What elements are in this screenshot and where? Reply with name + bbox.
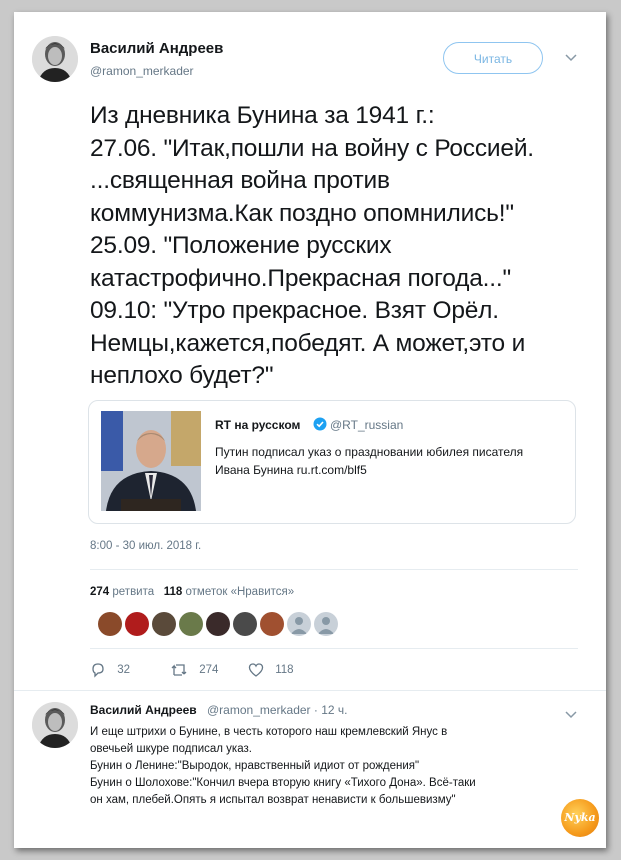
divider xyxy=(90,569,578,570)
reply-text: И еще штрихи о Бунине, в честь которого … xyxy=(90,724,570,809)
watermark-logo: Nyka xyxy=(561,799,599,837)
divider xyxy=(14,690,606,691)
chevron-down-icon[interactable] xyxy=(565,707,577,722)
reply-count: 32 xyxy=(117,664,130,677)
retweet-icon xyxy=(171,664,187,676)
quoted-author-handle: @RT_russian xyxy=(330,418,404,432)
liker-avatar[interactable] xyxy=(233,612,257,636)
likes-count[interactable]: 118 xyxy=(164,586,183,598)
reply-author-avatar[interactable] xyxy=(32,702,78,748)
liker-avatar[interactable] xyxy=(287,612,311,636)
follow-button[interactable]: Читать xyxy=(443,42,543,74)
liker-avatar[interactable] xyxy=(206,612,230,636)
liker-avatar[interactable] xyxy=(260,612,284,636)
heart-icon xyxy=(248,663,264,677)
liker-avatar[interactable] xyxy=(98,612,122,636)
author-name[interactable]: Василий Андреев xyxy=(90,40,223,57)
quoted-tweet-image xyxy=(101,411,201,511)
reply-action[interactable]: 32 xyxy=(90,662,130,678)
reply-line: Бунин о Ленине:"Выродок, нравственный ид… xyxy=(90,760,420,772)
reply-line: он хам, плебей.Опять я испытал возврат н… xyxy=(90,794,456,806)
tweet-timestamp[interactable]: 8:00 - 30 июл. 2018 г. xyxy=(90,540,201,552)
quoted-author-name: RT на русском xyxy=(215,418,301,432)
verified-badge-icon xyxy=(313,417,327,436)
reply-line: И еще штрихи о Бунине, в честь которого … xyxy=(90,726,448,738)
like-action[interactable]: 118 xyxy=(248,662,294,678)
liker-avatar[interactable] xyxy=(179,612,203,636)
author-avatar[interactable] xyxy=(32,36,78,82)
liker-avatar[interactable] xyxy=(152,612,176,636)
divider xyxy=(90,648,578,649)
retweet-action[interactable]: 274 xyxy=(170,662,218,678)
liker-avatar[interactable] xyxy=(314,612,338,636)
likes-label[interactable]: отметок «Нравится» xyxy=(186,586,295,598)
chevron-down-icon[interactable] xyxy=(565,50,577,65)
tweet-card: Василий Андреев @ramon_merkader Читать И… xyxy=(14,12,606,848)
tweet-stats: 274 ретвита 118 отметок «Нравится» xyxy=(90,586,294,598)
reply-line: овечьей шкуре подписал указ. xyxy=(90,743,252,755)
retweet-label[interactable]: ретвита xyxy=(112,586,154,598)
reply-author-handle[interactable]: @ramon_merkader · 12 ч. xyxy=(207,703,347,717)
liker-avatar[interactable] xyxy=(125,612,149,636)
retweet-action-count: 274 xyxy=(199,664,219,677)
reply-icon xyxy=(92,663,104,678)
author-handle[interactable]: @ramon_merkader xyxy=(90,64,194,78)
like-count: 118 xyxy=(275,664,294,677)
reply-line: Бунин о Шолохове:"Кончил вчера вторую кн… xyxy=(90,777,476,789)
quoted-tweet[interactable]: RT на русском @RT_russian Путин подписал… xyxy=(88,400,576,524)
retweet-count[interactable]: 274 xyxy=(90,586,109,598)
tweet-text: Из дневника Бунина за 1941 г.: 27.06. "И… xyxy=(90,102,534,389)
reply-author-name[interactable]: Василий Андреев xyxy=(90,703,197,717)
quoted-tweet-text: Путин подписал указ о праздновании юбиле… xyxy=(215,445,524,477)
